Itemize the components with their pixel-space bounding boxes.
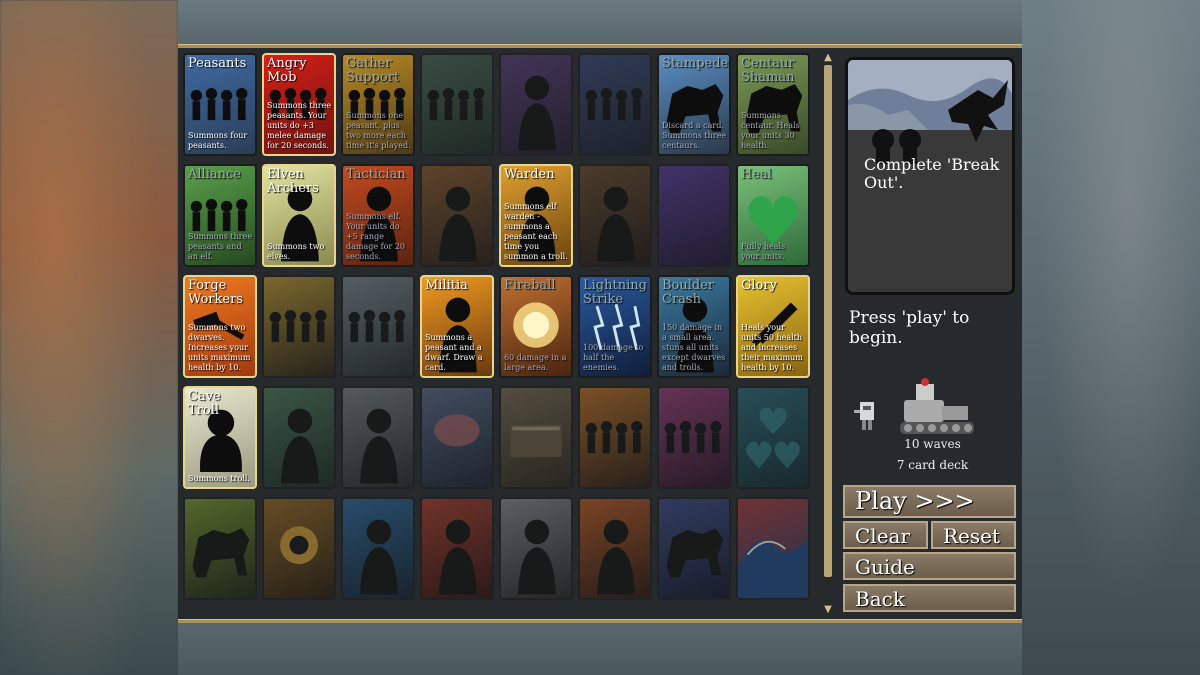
card[interactable]: Lightning Strike 100 damage to half the e… <box>578 275 652 378</box>
card-title: Cave Troll <box>188 389 221 418</box>
card[interactable] <box>657 164 731 267</box>
card[interactable] <box>262 386 336 489</box>
card-title: Warden <box>504 167 555 182</box>
card[interactable] <box>420 497 494 600</box>
card[interactable]: Boulder Crash 150 damage in a small area.… <box>657 275 731 378</box>
card[interactable] <box>499 386 573 489</box>
left-background <box>0 0 178 675</box>
card-description: Heals your units 50 health and increases… <box>741 323 803 372</box>
scroll-thumb[interactable] <box>824 65 832 577</box>
card[interactable] <box>578 53 652 156</box>
card[interactable] <box>657 497 731 600</box>
card-title: Alliance <box>188 167 241 182</box>
robot-icon <box>854 402 874 430</box>
card[interactable] <box>499 53 573 156</box>
card-title: Elven Archers <box>267 167 319 196</box>
card[interactable] <box>657 386 731 489</box>
preview-text: Complete 'Break Out'. <box>864 155 1000 192</box>
card-description: Summons centaur. Heals your units 30 hea… <box>741 111 800 150</box>
card-title: Fireball <box>504 278 556 293</box>
reset-button[interactable]: Reset <box>931 521 1016 549</box>
card-description: Summons troll. <box>188 474 250 483</box>
card[interactable] <box>499 497 573 600</box>
card-title: Militia <box>425 278 468 293</box>
card[interactable]: Cave Troll Summons troll. <box>183 386 257 489</box>
card-grid: Peasants Summons four peasants. Angry Mob… <box>183 53 819 619</box>
card-title: Forge Workers <box>188 278 243 307</box>
card-description: Summons one peasant, plus two more each … <box>346 111 411 150</box>
card-title: Angry Mob <box>267 56 307 85</box>
card[interactable] <box>341 275 415 378</box>
bottom-strip <box>178 623 1022 675</box>
card-description: Summons elf. Your units do +5 range dama… <box>346 212 405 261</box>
scroll-down-arrow-icon[interactable]: ▼ <box>822 605 834 615</box>
top-strip <box>178 0 1022 44</box>
back-button[interactable]: Back <box>843 584 1016 612</box>
card[interactable]: Angry Mob Summons three peasants. Your un… <box>262 53 336 156</box>
card-title: Heal <box>741 167 772 182</box>
card-description: Summons two elves. <box>267 242 325 261</box>
card[interactable]: Tactician Summons elf. Your units do +5 r… <box>341 164 415 267</box>
card-preview: Complete 'Break Out'. <box>845 57 1015 295</box>
card-title: Tactician <box>346 167 406 182</box>
card[interactable] <box>183 497 257 600</box>
card-description: Summons three peasants and an elf. <box>188 232 253 261</box>
card[interactable]: Centaur Shaman Summons centaur. Heals you… <box>736 53 810 156</box>
card-scrollbar[interactable]: ▲ ▼ <box>822 53 834 615</box>
card[interactable]: Glory Heals your units 50 health and incr… <box>736 275 810 378</box>
card[interactable]: Warden Summons elf warden - summons a pea… <box>499 164 573 267</box>
card[interactable] <box>262 497 336 600</box>
card-title: Stampede <box>662 56 729 71</box>
play-button[interactable]: Play >>> <box>843 485 1016 518</box>
card[interactable] <box>341 386 415 489</box>
card-description: Summons four peasants. <box>188 131 248 150</box>
card[interactable] <box>262 275 336 378</box>
scroll-up-arrow-icon[interactable]: ▲ <box>822 53 834 63</box>
card[interactable] <box>420 53 494 156</box>
card[interactable] <box>341 497 415 600</box>
card-description: Summons two dwarves. Increases your unit… <box>188 323 251 372</box>
card-description: 100 damage to half the enemies. <box>583 343 644 372</box>
deck-size: 7 card deck <box>896 458 969 472</box>
card[interactable]: Fireball 60 damage in a large area. <box>499 275 573 378</box>
card[interactable] <box>736 386 810 489</box>
card-description: 150 damage in a small area. stuns all un… <box>662 323 726 372</box>
card[interactable]: Forge Workers Summons two dwarves. Increa… <box>183 275 257 378</box>
card-description: Fully heals your units. <box>741 242 786 261</box>
card[interactable]: Alliance Summons three peasants and an el… <box>183 164 257 267</box>
card-title: Lightning Strike <box>583 278 647 307</box>
card[interactable] <box>420 164 494 267</box>
card-description: Summons three peasants. Your units do +3… <box>267 101 332 150</box>
guide-button[interactable]: Guide <box>843 552 1016 580</box>
tank-icon <box>900 378 974 434</box>
right-background <box>1022 0 1200 675</box>
card[interactable]: Militia Summons a peasant and a dwarf. Dr… <box>420 275 494 378</box>
clear-button[interactable]: Clear <box>843 521 928 549</box>
card[interactable] <box>736 497 810 600</box>
card[interactable]: Elven Archers Summons two elves. <box>262 164 336 267</box>
card[interactable] <box>420 386 494 489</box>
card-description: Summons a peasant and a dwarf. Draw a ca… <box>425 333 483 372</box>
card[interactable] <box>578 497 652 600</box>
card-description: 60 damage in a large area. <box>504 353 567 372</box>
card-title: Glory <box>741 278 777 293</box>
card-title: Boulder Crash <box>662 278 715 307</box>
card[interactable] <box>578 386 652 489</box>
play-hint: Press 'play' to begin. <box>849 308 970 348</box>
card[interactable]: Heal Fully heals your units. <box>736 164 810 267</box>
card-description: Summons elf warden - summons a peasant e… <box>504 202 568 261</box>
card[interactable]: Peasants Summons four peasants. <box>183 53 257 156</box>
card-title: Gather Support <box>346 56 400 85</box>
wave-count: 10 waves <box>904 437 961 451</box>
card-title: Peasants <box>188 56 247 71</box>
card[interactable]: Gather Support Summons one peasant, plus … <box>341 53 415 156</box>
card-title: Centaur Shaman <box>741 56 795 85</box>
card[interactable]: Stampede Discard a card. Summons three ce… <box>657 53 731 156</box>
card-description: Discard a card. Summons three centaurs. <box>662 121 727 150</box>
card[interactable] <box>578 164 652 267</box>
